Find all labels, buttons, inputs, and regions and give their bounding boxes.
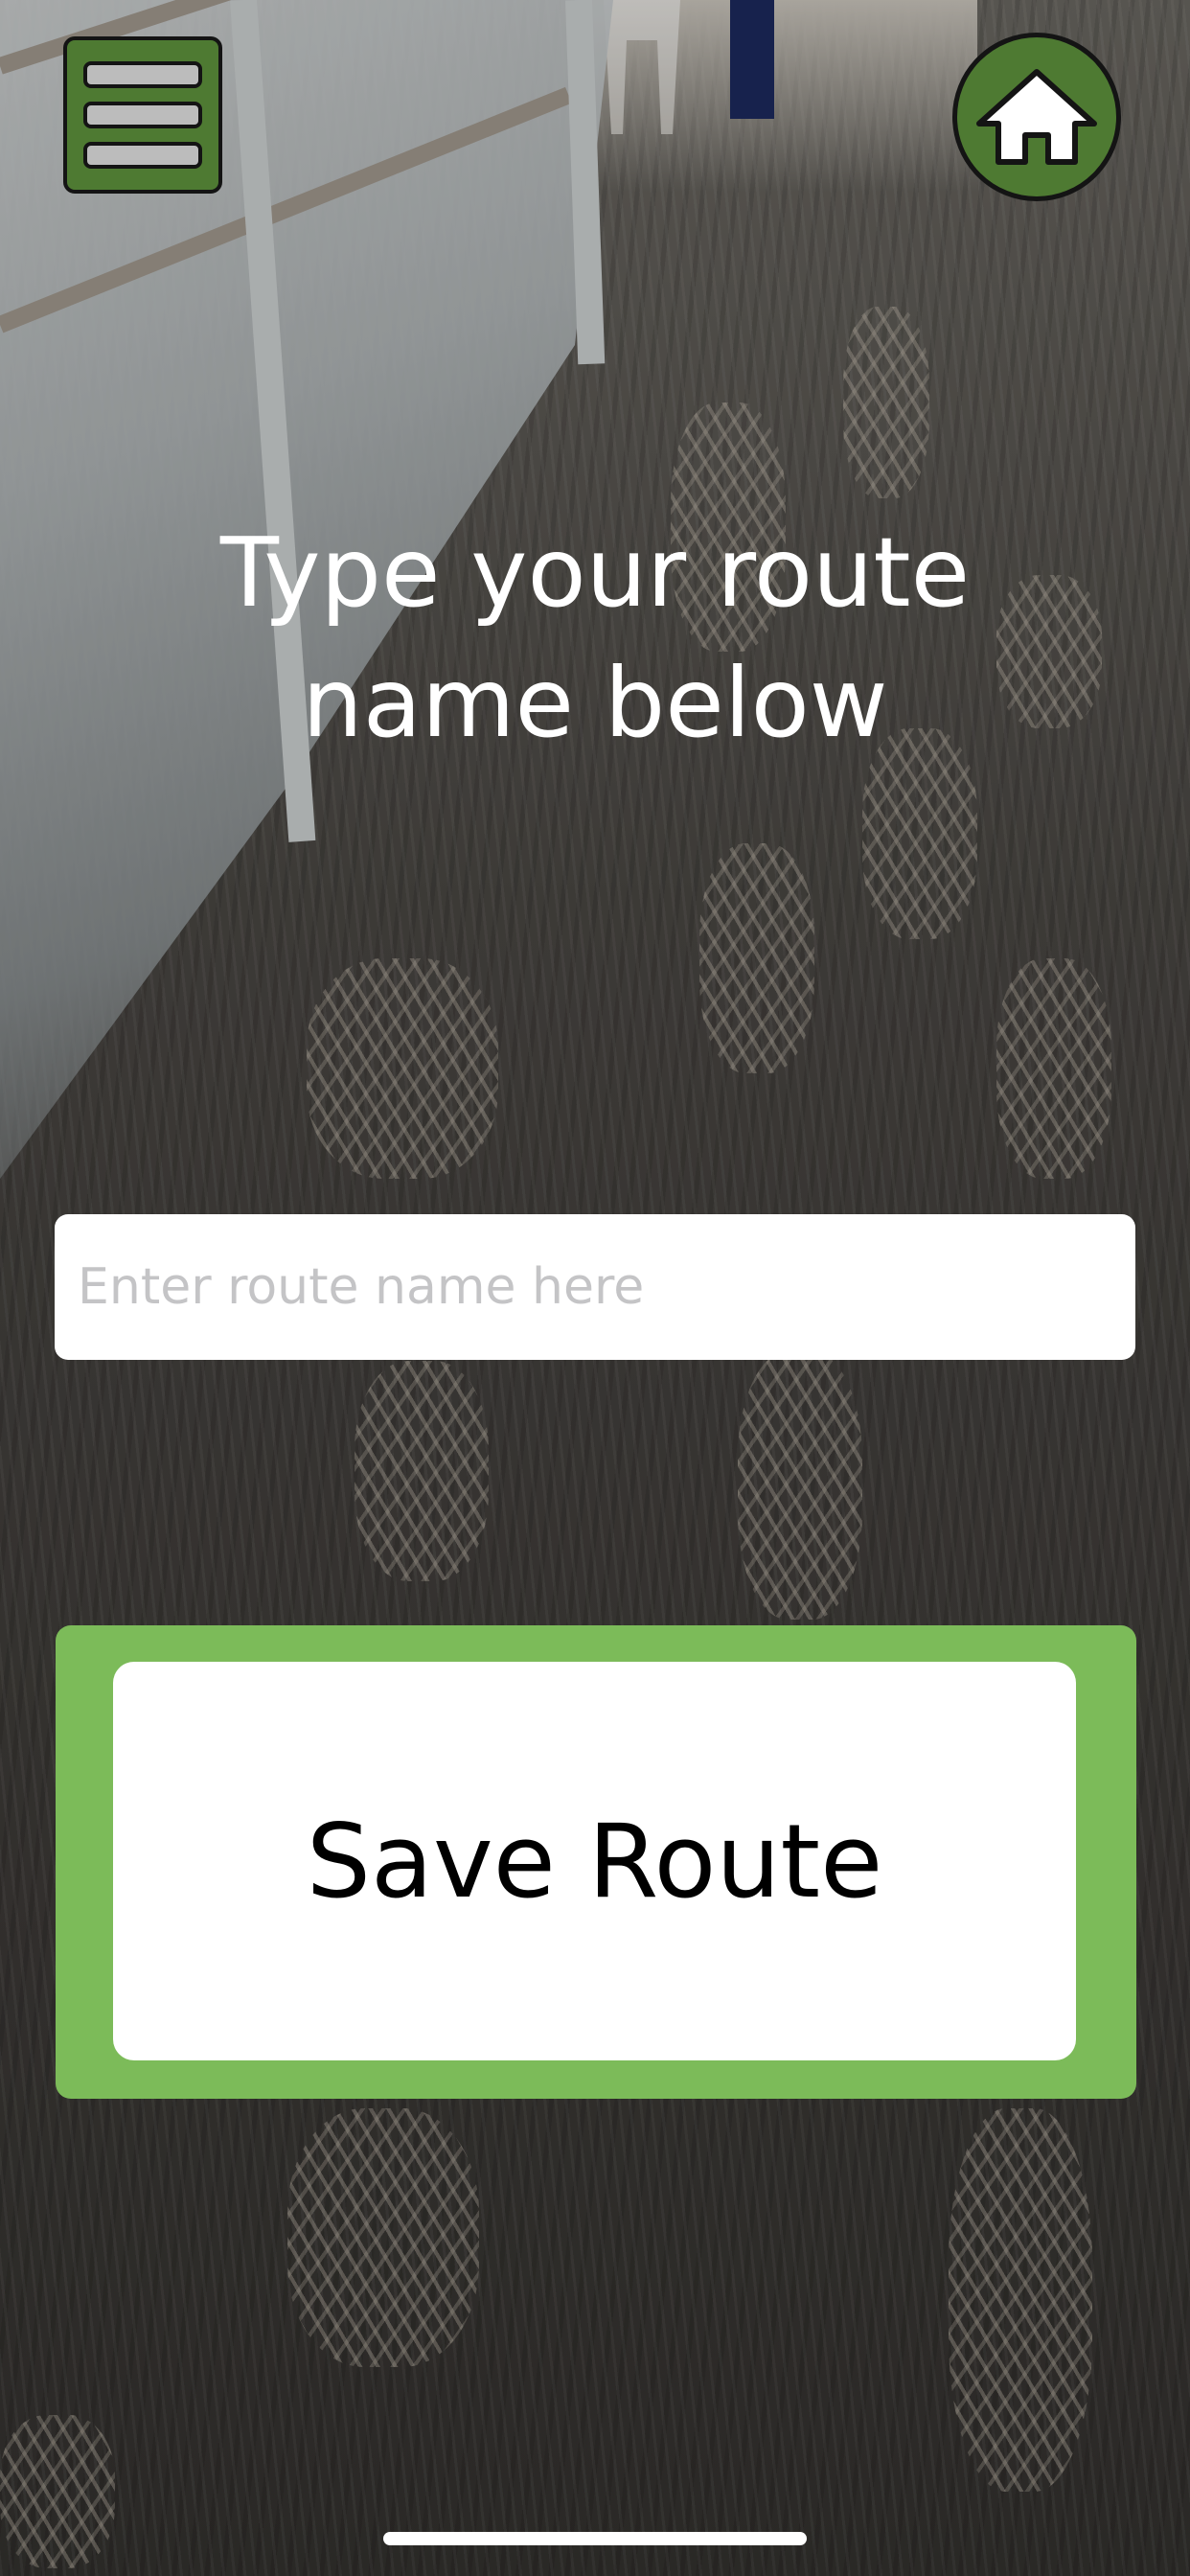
home-icon <box>976 69 1097 165</box>
menu-bar <box>83 142 202 169</box>
page-title: Type your route name below <box>219 517 971 759</box>
menu-bar <box>83 102 202 128</box>
route-name-input[interactable] <box>55 1214 1135 1360</box>
menu-bar <box>83 61 202 88</box>
home-button[interactable] <box>952 33 1121 201</box>
home-indicator[interactable] <box>383 2532 807 2545</box>
screen: Type your route name below Save Route <box>0 0 1190 2576</box>
save-route-button[interactable]: Save Route <box>113 1662 1076 2060</box>
menu-button[interactable] <box>63 36 222 194</box>
